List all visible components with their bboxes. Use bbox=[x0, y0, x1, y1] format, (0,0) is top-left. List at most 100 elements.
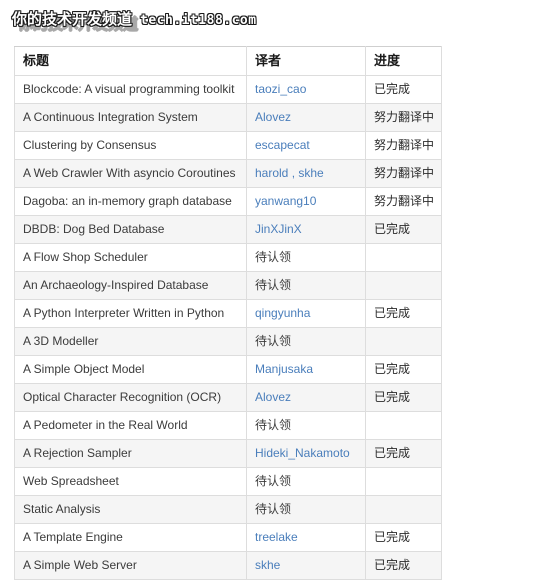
column-header-translator[interactable]: 译者 bbox=[246, 46, 366, 76]
project-title-text: A Flow Shop Scheduler bbox=[23, 250, 148, 264]
cell-title: Static Analysis bbox=[14, 495, 247, 524]
table-row: An Archaeology-Inspired Database 待认领 bbox=[14, 271, 442, 300]
table-row: Web Spreadsheet 待认领 bbox=[14, 467, 442, 496]
cell-title: A Python Interpreter Written in Python bbox=[14, 299, 247, 328]
cell-translator: JinXJinX bbox=[246, 215, 366, 244]
cell-title: A Rejection Sampler bbox=[14, 439, 247, 468]
progress-status-text: 已完成 bbox=[374, 222, 411, 236]
translator-unclaimed-label: 待认领 bbox=[255, 278, 292, 292]
cell-progress: 努力翻译中 bbox=[365, 159, 442, 188]
cell-progress bbox=[365, 327, 442, 356]
table-header: 标题 译者 进度 bbox=[14, 46, 442, 76]
table-row: A Rejection Sampler Hideki_Nakamoto 已完成 bbox=[14, 439, 442, 468]
cell-title: A Simple Web Server bbox=[14, 551, 247, 580]
project-title-text: A Simple Object Model bbox=[23, 362, 145, 376]
cell-translator: 待认领 bbox=[246, 243, 366, 272]
table-row: A Python Interpreter Written in Python qi… bbox=[14, 299, 442, 328]
cell-title: Clustering by Consensus bbox=[14, 131, 247, 160]
cell-title: Blockcode: A visual programming toolkit bbox=[14, 75, 247, 104]
cell-translator: treelake bbox=[246, 523, 366, 552]
translator-link[interactable]: harold , skhe bbox=[255, 166, 324, 180]
cell-translator: skhe bbox=[246, 551, 366, 580]
translator-link[interactable]: taozi_cao bbox=[255, 82, 306, 96]
cell-title: A Continuous Integration System bbox=[14, 103, 247, 132]
cell-progress bbox=[365, 467, 442, 496]
table-row: A Template Engine treelake 已完成 bbox=[14, 523, 442, 552]
progress-status-text: 已完成 bbox=[374, 530, 411, 544]
project-title-text: DBDB: Dog Bed Database bbox=[23, 222, 165, 236]
project-title-text: Blockcode: A visual programming toolkit bbox=[23, 82, 235, 96]
cell-progress bbox=[365, 411, 442, 440]
watermark-main-layer: 你的技术开发频道 tech.it188.com bbox=[12, 8, 257, 29]
translator-link[interactable]: Alovez bbox=[255, 110, 291, 124]
project-title-text: An Archaeology-Inspired Database bbox=[23, 278, 209, 292]
project-title-text: Optical Character Recognition (OCR) bbox=[23, 390, 222, 404]
cell-translator: Alovez bbox=[246, 103, 366, 132]
cell-translator: 待认领 bbox=[246, 495, 366, 524]
translator-link[interactable]: yanwang10 bbox=[255, 194, 316, 208]
translator-link[interactable]: qingyunha bbox=[255, 306, 310, 320]
cell-progress: 努力翻译中 bbox=[365, 187, 442, 216]
cell-title: DBDB: Dog Bed Database bbox=[14, 215, 247, 244]
translator-link[interactable]: skhe bbox=[255, 558, 280, 572]
translator-unclaimed-label: 待认领 bbox=[255, 418, 292, 432]
translator-link[interactable]: Alovez bbox=[255, 390, 291, 404]
progress-status-text: 已完成 bbox=[374, 390, 411, 404]
table-row: A Continuous Integration System Alovez 努力翻… bbox=[14, 103, 442, 132]
table-row: Dagoba: an in-memory graph database yanwa… bbox=[14, 187, 442, 216]
table-row: Clustering by Consensus escapecat 努力翻译中 bbox=[14, 131, 442, 160]
translator-link[interactable]: Manjusaka bbox=[255, 362, 313, 376]
cell-title: A Pedometer in the Real World bbox=[14, 411, 247, 440]
translator-unclaimed-label: 待认领 bbox=[255, 334, 292, 348]
cell-progress bbox=[365, 243, 442, 272]
project-title-text: A Simple Web Server bbox=[23, 558, 137, 572]
progress-status-text: 已完成 bbox=[374, 82, 411, 96]
progress-status-text: 已完成 bbox=[374, 362, 411, 376]
column-header-title[interactable]: 标题 bbox=[14, 46, 247, 76]
table-row: Static Analysis 待认领 bbox=[14, 495, 442, 524]
cell-progress: 已完成 bbox=[365, 551, 442, 580]
watermark-banner: 你的技术开发频道 你的技术开发频道 tech.it188.com bbox=[0, 0, 557, 40]
cell-translator: 待认领 bbox=[246, 467, 366, 496]
table-row: DBDB: Dog Bed Database JinXJinX 已完成 bbox=[14, 215, 442, 244]
cell-progress: 已完成 bbox=[365, 75, 442, 104]
progress-status-text: 努力翻译中 bbox=[374, 166, 435, 180]
table-row: A 3D Modeller 待认领 bbox=[14, 327, 442, 356]
progress-status-text: 已完成 bbox=[374, 306, 411, 320]
project-title-text: Static Analysis bbox=[23, 502, 101, 516]
cell-title: A 3D Modeller bbox=[14, 327, 247, 356]
cell-progress: 努力翻译中 bbox=[365, 103, 442, 132]
translator-link[interactable]: JinXJinX bbox=[255, 222, 302, 236]
translation-progress-table: 标题 译者 进度 Blockcode: A visual programming… bbox=[14, 46, 442, 580]
cell-translator: yanwang10 bbox=[246, 187, 366, 216]
cell-translator: 待认领 bbox=[246, 327, 366, 356]
cell-title: An Archaeology-Inspired Database bbox=[14, 271, 247, 300]
table-row: Blockcode: A visual programming toolkit t… bbox=[14, 75, 442, 104]
project-title-text: Clustering by Consensus bbox=[23, 138, 157, 152]
cell-title: Web Spreadsheet bbox=[14, 467, 247, 496]
cell-translator: 待认领 bbox=[246, 271, 366, 300]
translator-unclaimed-label: 待认领 bbox=[255, 474, 292, 488]
translator-link[interactable]: escapecat bbox=[255, 138, 310, 152]
watermark-url: tech.it188.com bbox=[140, 13, 257, 28]
cell-title: A Flow Shop Scheduler bbox=[14, 243, 247, 272]
project-title-text: Web Spreadsheet bbox=[23, 474, 119, 488]
table-row: A Flow Shop Scheduler 待认领 bbox=[14, 243, 442, 272]
project-title-text: A Template Engine bbox=[23, 530, 123, 544]
project-title-text: A Python Interpreter Written in Python bbox=[23, 306, 225, 320]
column-header-progress[interactable]: 进度 bbox=[365, 46, 442, 76]
cell-title: Optical Character Recognition (OCR) bbox=[14, 383, 247, 412]
translator-link[interactable]: treelake bbox=[255, 530, 298, 544]
table-row: Optical Character Recognition (OCR) Alove… bbox=[14, 383, 442, 412]
table-body: Blockcode: A visual programming toolkit t… bbox=[14, 75, 442, 580]
cell-progress: 已完成 bbox=[365, 439, 442, 468]
project-title-text: A Continuous Integration System bbox=[23, 110, 198, 124]
table-row: A Simple Object Model Manjusaka 已完成 bbox=[14, 355, 442, 384]
translator-unclaimed-label: 待认领 bbox=[255, 502, 292, 516]
project-title-text: A Rejection Sampler bbox=[23, 446, 132, 460]
translator-link[interactable]: Hideki_Nakamoto bbox=[255, 446, 350, 460]
cell-progress bbox=[365, 495, 442, 524]
cell-progress: 已完成 bbox=[365, 299, 442, 328]
cell-title: A Template Engine bbox=[14, 523, 247, 552]
table-header-row: 标题 译者 进度 bbox=[14, 46, 442, 76]
